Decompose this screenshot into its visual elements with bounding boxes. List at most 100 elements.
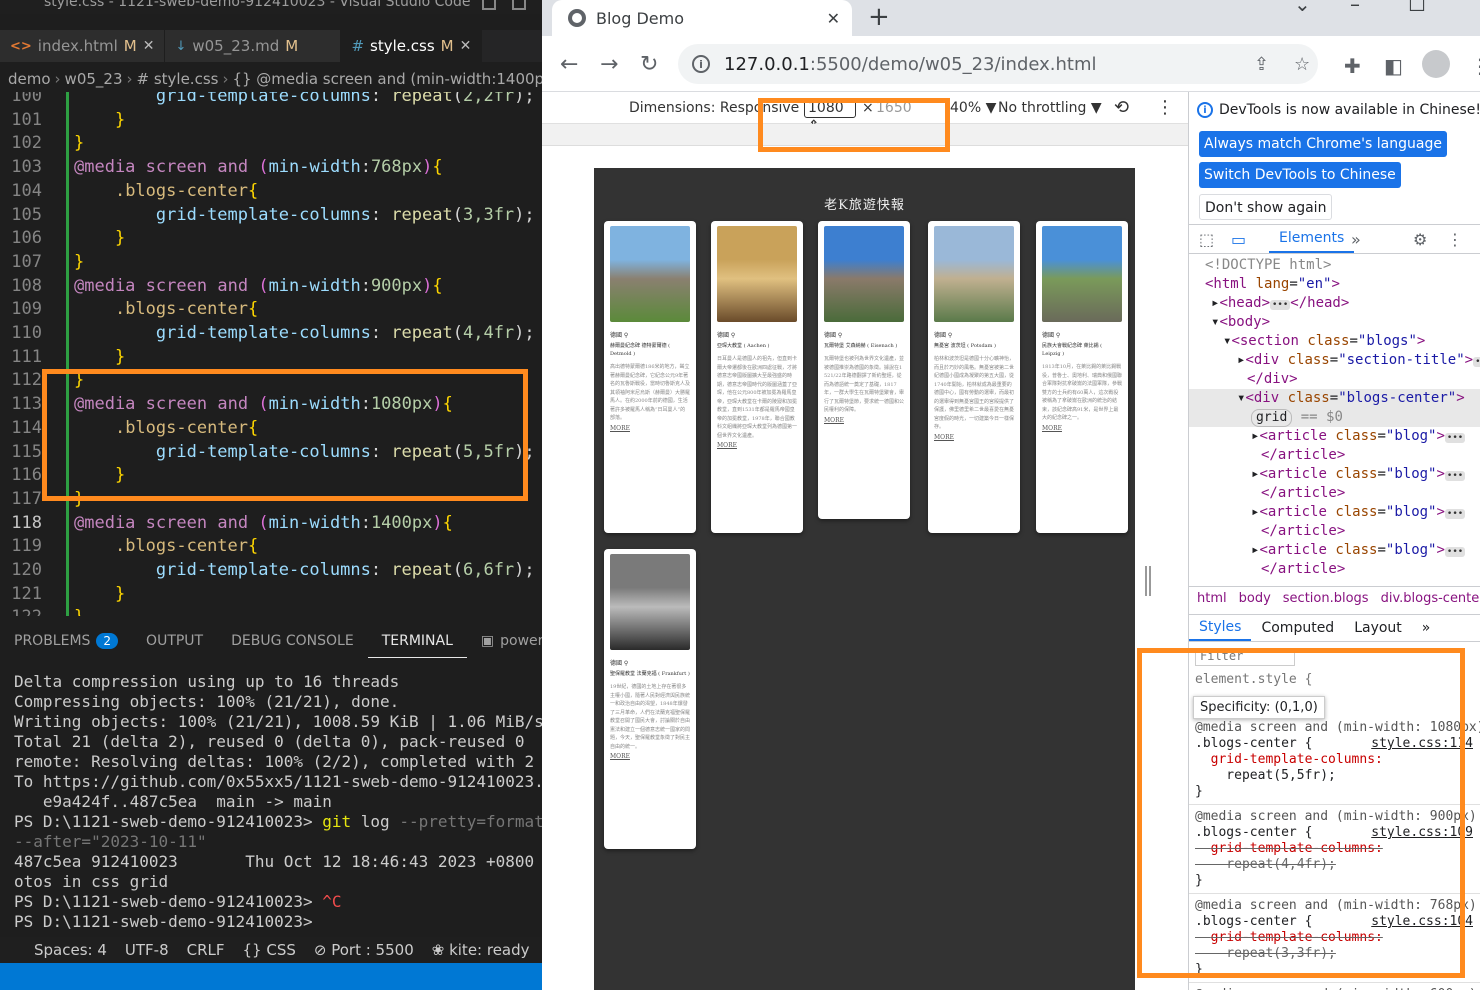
dom-node[interactable]: </article> [1189, 446, 1480, 465]
layout-icon[interactable] [482, 0, 496, 10]
forward-icon[interactable]: → [600, 52, 618, 77]
new-tab-button[interactable]: + [868, 2, 890, 32]
tab-style-css[interactable]: # style.css M ✕ [341, 30, 483, 62]
dom-node[interactable]: grid == $0 [1189, 408, 1480, 427]
devtools-menu-icon[interactable]: ⋮ [1447, 230, 1463, 249]
more-subtabs-icon[interactable]: » [1412, 620, 1441, 636]
bookmark-star-icon[interactable]: ☆ [1294, 54, 1310, 75]
code-line[interactable]: 101 } [0, 108, 542, 132]
crumb-div[interactable]: div.blogs-center [1381, 591, 1480, 606]
info-icon[interactable]: i [692, 55, 710, 73]
code-line[interactable]: 121 } [0, 582, 542, 606]
more-link[interactable]: MORE [824, 417, 904, 424]
crumb-body[interactable]: body [1239, 591, 1271, 606]
terminal-output[interactable]: Delta compression using up to 16 threads… [0, 672, 542, 937]
reload-icon[interactable]: ↻ [640, 52, 658, 77]
status-language[interactable]: {} CSS [243, 941, 296, 959]
breadcrumb-item[interactable]: # style.css [137, 70, 219, 88]
code-line[interactable]: 110 grid-template-columns: repeat(4,4fr)… [0, 321, 542, 345]
crumb-html[interactable]: html [1197, 591, 1227, 606]
dom-node[interactable]: ▸<article class="blog"> ••• [1189, 503, 1480, 522]
dom-node[interactable]: <html lang="en"> [1189, 275, 1480, 294]
code-line[interactable]: 106 } [0, 226, 542, 250]
tab-problems[interactable]: PROBLEMS 2 [0, 624, 132, 658]
dom-node[interactable]: ▸<article class="blog"> ••• [1189, 427, 1480, 446]
dom-node[interactable]: ▸<article class="blog"> ••• [1189, 541, 1480, 560]
code-line[interactable]: 104 .blogs-center{ [0, 179, 542, 203]
zoom-select[interactable]: 40% ▼ [950, 100, 996, 116]
code-line[interactable]: 118 @media screen and (min-width:1400px){ [0, 511, 542, 535]
panel-toggle-icon[interactable] [512, 0, 526, 10]
device-toggle-icon[interactable]: ▭ [1231, 230, 1246, 249]
extensions-icon[interactable]: ✚ [1344, 54, 1361, 78]
more-link[interactable]: MORE [934, 434, 1014, 441]
profile-avatar[interactable] [1422, 50, 1450, 78]
code-line[interactable]: 109 .blogs-center{ [0, 297, 542, 321]
menu-icon[interactable]: ⋮ [1470, 54, 1480, 78]
more-link[interactable]: MORE [1042, 425, 1122, 432]
code-line[interactable]: 120 grid-template-columns: repeat(6,6fr)… [0, 558, 542, 582]
switch-chinese-button[interactable]: Switch DevTools to Chinese [1199, 162, 1401, 188]
inspect-icon[interactable]: ⬚ [1199, 230, 1214, 249]
breadcrumb-item[interactable]: w05_23 [65, 70, 123, 88]
more-tabs-icon[interactable]: » [1351, 230, 1361, 249]
tab-elements[interactable]: Elements [1269, 225, 1355, 253]
code-line[interactable]: 119 .blogs-center{ [0, 534, 542, 558]
address-bar[interactable]: i 127.0.0.1:5500/demo/w05_23/index.html … [678, 44, 1318, 84]
close-tab-icon[interactable]: ✕ [827, 9, 840, 28]
tab-debug-console[interactable]: DEBUG CONSOLE [217, 624, 368, 658]
dom-node[interactable]: ▸<head> ••• </head> [1189, 294, 1480, 313]
code-line[interactable]: 111 } [0, 345, 542, 369]
tab-layout[interactable]: Layout [1344, 620, 1412, 636]
back-icon[interactable]: ← [560, 52, 578, 77]
maximize-icon[interactable]: ☐ [1408, 0, 1426, 16]
tab-index-html[interactable]: <> index.html M ✕ [0, 30, 166, 62]
share-icon[interactable]: ⇪ [1254, 54, 1269, 75]
dom-node[interactable]: ▾<section class="blogs"> [1189, 332, 1480, 351]
tab-computed[interactable]: Computed [1251, 620, 1344, 636]
tab-output[interactable]: OUTPUT [132, 624, 217, 658]
more-link[interactable]: MORE [717, 442, 797, 449]
code-line[interactable]: 102} [0, 131, 542, 155]
status-encoding[interactable]: UTF-8 [125, 941, 169, 959]
tab-terminal[interactable]: TERMINAL [367, 624, 467, 658]
dom-node[interactable]: ▸<div class="section-title">••• [1189, 351, 1480, 370]
dom-node[interactable]: ▸<article class="blog"> ••• [1189, 465, 1480, 484]
more-options-icon[interactable]: ⋮ [1156, 97, 1174, 118]
settings-gear-icon[interactable]: ⚙ [1413, 230, 1427, 249]
throttling-select[interactable]: No throttling ▼ [998, 100, 1102, 116]
code-line[interactable]: 105 grid-template-columns: repeat(3,3fr)… [0, 203, 542, 227]
code-line[interactable]: 103 @media screen and (min-width:768px){ [0, 155, 542, 179]
rotate-icon[interactable]: ⟲ [1114, 97, 1129, 118]
tab-powershell[interactable]: ▣ powershell [467, 624, 542, 658]
close-icon[interactable]: ✕ [460, 38, 472, 54]
status-indentation[interactable]: Spaces: 4 [34, 941, 107, 959]
dont-show-again-button[interactable]: Don't show again [1199, 194, 1333, 220]
status-kite[interactable]: ❀ kite: ready [432, 941, 530, 959]
status-eol[interactable]: CRLF [187, 941, 225, 959]
code-line[interactable]: 122} [0, 605, 542, 616]
minimize-icon[interactable]: – [1350, 0, 1360, 16]
dom-node[interactable]: </article> [1189, 560, 1480, 579]
dom-node[interactable]: ▾<div class="blogs-center"> [1189, 389, 1480, 408]
chevron-down-icon[interactable]: ⌄ [1294, 0, 1311, 16]
dom-node[interactable]: </article> [1189, 522, 1480, 541]
close-icon[interactable]: ✕ [143, 38, 155, 54]
dom-tree[interactable]: <!DOCTYPE html> <html lang="en"> ▸<head> ••… [1189, 256, 1480, 582]
code-line[interactable]: 108 @media screen and (min-width:900px){ [0, 274, 542, 298]
code-line[interactable]: 107} [0, 250, 542, 274]
tab-styles[interactable]: Styles [1189, 615, 1252, 641]
breadcrumb-item[interactable]: demo [8, 70, 51, 88]
match-language-button[interactable]: Always match Chrome's language [1199, 131, 1447, 157]
dom-node[interactable]: <!DOCTYPE html> [1189, 256, 1480, 275]
code-editor[interactable]: 100 grid-template-columns: repeat(2,2fr)… [0, 92, 542, 616]
side-panel-icon[interactable]: ◧ [1384, 54, 1403, 78]
dom-node[interactable]: ▾<body> [1189, 313, 1480, 332]
dom-node[interactable]: </article> [1189, 484, 1480, 503]
dom-node[interactable]: </div> [1189, 370, 1480, 389]
more-link[interactable]: MORE [610, 425, 690, 432]
browser-tab[interactable]: Blog Demo ✕ [552, 0, 852, 36]
breadcrumb-item[interactable]: {} @media screen and (min-width:1400px) [232, 70, 542, 88]
viewport-resize-handle[interactable] [1145, 566, 1151, 596]
tab-w05-23-md[interactable]: ↓ w05_23.md M [165, 30, 342, 62]
